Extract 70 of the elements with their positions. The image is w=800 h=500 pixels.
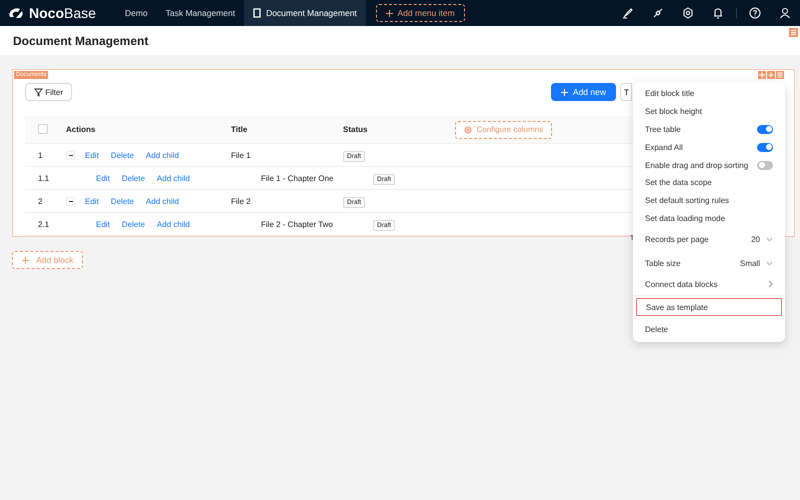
menu-item[interactable]: Set the data scope xyxy=(636,174,782,192)
plus-icon xyxy=(22,256,29,264)
menu-item[interactable]: Expand All xyxy=(636,138,782,156)
menu-item[interactable]: Table size Small xyxy=(636,251,782,276)
checkbox[interactable] xyxy=(38,124,48,134)
toggle-switch[interactable] xyxy=(757,160,773,170)
table-cell: File 2 - Chapter Two xyxy=(261,220,333,228)
action-link[interactable]: Delete xyxy=(122,174,145,182)
document-icon xyxy=(253,8,262,18)
row-index: 2.1 xyxy=(38,220,50,228)
brush-icon[interactable] xyxy=(622,7,634,19)
table-cell: File 1 xyxy=(231,150,251,160)
menu-item[interactable]: Set block height xyxy=(636,102,782,121)
menu-item[interactable]: Task Management xyxy=(156,0,244,26)
collapse-icon[interactable] xyxy=(66,196,75,206)
menu-item[interactable]: Set data loading mode xyxy=(636,210,782,228)
action-link[interactable]: Delete xyxy=(110,150,134,160)
settings-icon xyxy=(464,126,472,134)
action-link[interactable]: Add child xyxy=(156,174,190,182)
toggle-switch[interactable] xyxy=(757,124,773,134)
menu-item[interactable]: Tree table xyxy=(636,120,782,138)
column-header: Actions xyxy=(66,125,96,134)
logo-text: Base xyxy=(64,5,96,21)
toggle-switch[interactable] xyxy=(757,142,773,152)
page-title: Document Management xyxy=(13,34,148,48)
table-cell: File 2 xyxy=(231,196,251,206)
menu-item[interactable]: Save as template xyxy=(636,298,782,316)
toolbar-button[interactable]: T xyxy=(620,83,632,101)
menu-item[interactable]: Demo xyxy=(116,0,157,26)
menu-item[interactable]: Delete xyxy=(636,320,782,339)
collapse-icon[interactable] xyxy=(66,150,75,160)
action-link[interactable]: Edit xyxy=(96,220,110,228)
column-header: Title xyxy=(231,125,248,134)
menu-item[interactable]: Enable drag and drop sorting xyxy=(636,156,782,174)
add-menu-item-button[interactable]: Add menu item xyxy=(376,4,465,22)
action-link[interactable]: Edit xyxy=(85,150,99,160)
menu-item[interactable]: Document Management xyxy=(244,0,366,26)
action-link[interactable]: Add child xyxy=(156,220,190,228)
plug-icon[interactable] xyxy=(652,7,664,19)
filter-button[interactable]: Filter xyxy=(25,83,72,101)
action-link[interactable]: Edit xyxy=(85,196,99,206)
select-value: Small xyxy=(740,258,760,268)
plus-icon xyxy=(386,10,393,16)
menu-item[interactable]: Connect data blocks xyxy=(636,275,782,294)
add-new-button[interactable]: Add new xyxy=(551,83,616,101)
chevron-down-icon xyxy=(766,236,773,242)
row-index: 1.1 xyxy=(38,174,50,182)
help-icon[interactable] xyxy=(749,7,761,19)
chevron-down-icon xyxy=(766,260,773,266)
row-index: 1 xyxy=(38,150,42,160)
user-icon[interactable] xyxy=(779,7,791,19)
select-value: 20 xyxy=(751,234,760,244)
action-link[interactable]: Edit xyxy=(96,174,110,182)
logo-text: Noco xyxy=(29,5,64,21)
table-cell: File 1 - Chapter One xyxy=(261,174,334,182)
menu-item[interactable]: Records per page 20 xyxy=(636,227,782,252)
filter-icon xyxy=(34,88,43,96)
column-header: Status xyxy=(343,125,368,134)
logo-icon xyxy=(8,7,24,19)
action-link[interactable]: Add child xyxy=(146,196,179,206)
action-link[interactable]: Add child xyxy=(146,150,179,160)
bell-icon[interactable] xyxy=(712,7,724,19)
menu-item[interactable]: Edit block title xyxy=(636,85,782,103)
menu-item[interactable]: Set default sorting rules xyxy=(636,192,782,210)
settings-icon[interactable] xyxy=(682,7,694,19)
plus-icon xyxy=(561,88,568,96)
action-link[interactable]: Delete xyxy=(122,220,145,228)
chevron-right-icon xyxy=(768,280,773,288)
action-link[interactable]: Delete xyxy=(110,196,134,206)
row-index: 2 xyxy=(38,196,42,206)
